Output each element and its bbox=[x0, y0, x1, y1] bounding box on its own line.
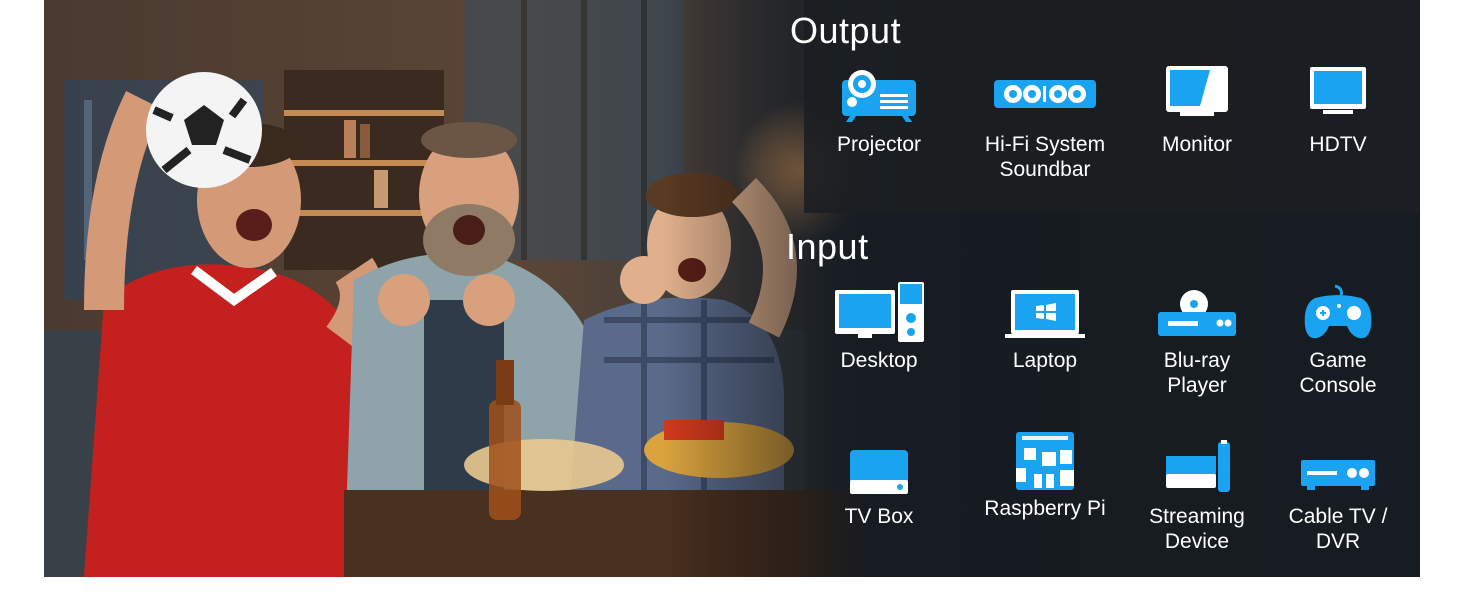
device-label: Desktop bbox=[840, 349, 918, 372]
laptop-icon bbox=[1005, 290, 1085, 338]
input-title: Input bbox=[786, 226, 869, 267]
input-device-streaming: Streaming Device bbox=[1122, 438, 1272, 554]
projector-icon bbox=[842, 70, 916, 122]
device-label: Projector bbox=[836, 133, 922, 156]
output-title: Output bbox=[790, 10, 902, 51]
input-device-bluray: Blu-ray Player bbox=[1122, 282, 1272, 398]
cable-tv-dvr-icon bbox=[1301, 460, 1375, 490]
soundbar-icon bbox=[994, 80, 1096, 108]
tv-box-icon bbox=[850, 450, 908, 494]
device-label: Game Console bbox=[1299, 349, 1377, 397]
device-label: Laptop bbox=[1012, 349, 1078, 372]
input-device-game-console: Game Console bbox=[1263, 282, 1413, 398]
output-device-soundbar: Hi-Fi System Soundbar bbox=[970, 66, 1120, 182]
device-label: Raspberry Pi bbox=[984, 497, 1106, 520]
input-device-desktop: Desktop bbox=[804, 282, 954, 373]
game-console-icon bbox=[1304, 284, 1372, 339]
device-label: HDTV bbox=[1309, 133, 1367, 156]
input-device-cable-dvr: Cable TV / DVR bbox=[1263, 438, 1413, 554]
output-device-projector: Projector bbox=[804, 66, 954, 157]
device-label: Hi-Fi System Soundbar bbox=[984, 133, 1106, 181]
output-device-hdtv: HDTV bbox=[1263, 66, 1413, 157]
device-label: Blu-ray Player bbox=[1163, 349, 1231, 397]
device-label: Streaming Device bbox=[1149, 505, 1245, 553]
raspberry-pi-icon bbox=[1016, 432, 1074, 490]
banner: Output Projector Hi-Fi System Soundbar M… bbox=[44, 0, 1420, 577]
input-device-tv-box: TV Box bbox=[804, 438, 954, 529]
bluray-player-icon bbox=[1158, 290, 1236, 336]
streaming-device-icon bbox=[1166, 440, 1230, 492]
device-label: Cable TV / DVR bbox=[1288, 505, 1388, 553]
monitor-icon bbox=[1166, 66, 1228, 116]
output-device-monitor: Monitor bbox=[1122, 66, 1272, 157]
device-label: Monitor bbox=[1161, 133, 1233, 156]
hdtv-icon bbox=[1310, 67, 1366, 114]
desktop-icon bbox=[835, 282, 924, 342]
device-label: TV Box bbox=[844, 505, 914, 528]
input-device-raspberry-pi: Raspberry Pi bbox=[970, 430, 1120, 521]
input-device-laptop: Laptop bbox=[970, 282, 1120, 373]
